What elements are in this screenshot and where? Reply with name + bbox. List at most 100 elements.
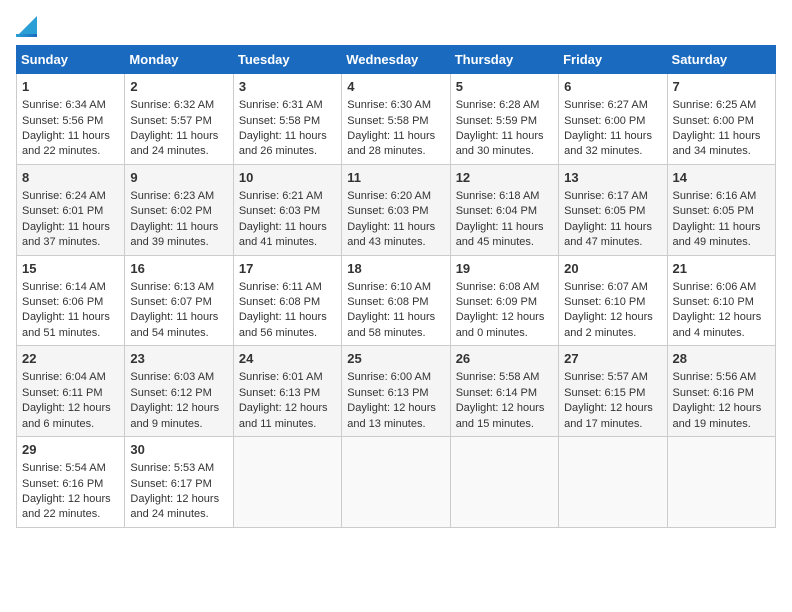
sunrise-text: Sunrise: 6:27 AM (564, 99, 648, 111)
sunset-text: Sunset: 6:16 PM (22, 478, 103, 490)
sunrise-text: Sunrise: 6:32 AM (130, 99, 214, 111)
calendar-cell: 28Sunrise: 5:56 AMSunset: 6:16 PMDayligh… (667, 346, 775, 437)
sunset-text: Sunset: 6:11 PM (22, 387, 103, 399)
daylight-text: Daylight: 11 hours and 41 minutes. (239, 221, 327, 248)
daylight-text: Daylight: 11 hours and 47 minutes. (564, 221, 652, 248)
calendar-cell: 6Sunrise: 6:27 AMSunset: 6:00 PMDaylight… (559, 74, 667, 165)
calendar-cell: 30Sunrise: 5:53 AMSunset: 6:17 PMDayligh… (125, 437, 233, 528)
sunrise-text: Sunrise: 5:57 AM (564, 371, 648, 383)
sunrise-text: Sunrise: 5:56 AM (673, 371, 757, 383)
day-number: 16 (130, 260, 227, 278)
sunrise-text: Sunrise: 6:08 AM (456, 281, 540, 293)
calendar-cell: 26Sunrise: 5:58 AMSunset: 6:14 PMDayligh… (450, 346, 558, 437)
day-number: 23 (130, 350, 227, 368)
sunrise-text: Sunrise: 6:20 AM (347, 190, 431, 202)
sunrise-text: Sunrise: 6:04 AM (22, 371, 106, 383)
day-number: 8 (22, 169, 119, 187)
day-number: 17 (239, 260, 336, 278)
day-number: 14 (673, 169, 770, 187)
sunrise-text: Sunrise: 6:13 AM (130, 281, 214, 293)
calendar-header-row: SundayMondayTuesdayWednesdayThursdayFrid… (17, 46, 776, 74)
daylight-text: Daylight: 12 hours and 17 minutes. (564, 402, 653, 429)
sunrise-text: Sunrise: 6:11 AM (239, 281, 322, 293)
day-number: 4 (347, 78, 444, 96)
sunset-text: Sunset: 6:05 PM (564, 205, 645, 217)
column-header-wednesday: Wednesday (342, 46, 450, 74)
sunrise-text: Sunrise: 6:31 AM (239, 99, 323, 111)
calendar-cell: 21Sunrise: 6:06 AMSunset: 6:10 PMDayligh… (667, 255, 775, 346)
daylight-text: Daylight: 12 hours and 13 minutes. (347, 402, 436, 429)
sunrise-text: Sunrise: 6:24 AM (22, 190, 106, 202)
day-number: 5 (456, 78, 553, 96)
daylight-text: Daylight: 11 hours and 43 minutes. (347, 221, 435, 248)
sunset-text: Sunset: 6:04 PM (456, 205, 537, 217)
daylight-text: Daylight: 12 hours and 0 minutes. (456, 311, 545, 338)
daylight-text: Daylight: 12 hours and 6 minutes. (22, 402, 111, 429)
sunset-text: Sunset: 6:05 PM (673, 205, 754, 217)
sunrise-text: Sunrise: 6:03 AM (130, 371, 214, 383)
column-header-sunday: Sunday (17, 46, 125, 74)
day-number: 26 (456, 350, 553, 368)
sunset-text: Sunset: 6:03 PM (347, 205, 428, 217)
sunrise-text: Sunrise: 6:21 AM (239, 190, 323, 202)
daylight-text: Daylight: 11 hours and 37 minutes. (22, 221, 110, 248)
daylight-text: Daylight: 11 hours and 26 minutes. (239, 130, 327, 157)
calendar-cell: 20Sunrise: 6:07 AMSunset: 6:10 PMDayligh… (559, 255, 667, 346)
daylight-text: Daylight: 12 hours and 2 minutes. (564, 311, 653, 338)
calendar-week-row: 29Sunrise: 5:54 AMSunset: 6:16 PMDayligh… (17, 437, 776, 528)
sunset-text: Sunset: 6:03 PM (239, 205, 320, 217)
calendar-cell: 19Sunrise: 6:08 AMSunset: 6:09 PMDayligh… (450, 255, 558, 346)
daylight-text: Daylight: 11 hours and 54 minutes. (130, 311, 218, 338)
daylight-text: Daylight: 12 hours and 15 minutes. (456, 402, 545, 429)
column-header-saturday: Saturday (667, 46, 775, 74)
daylight-text: Daylight: 11 hours and 32 minutes. (564, 130, 652, 157)
calendar-cell: 16Sunrise: 6:13 AMSunset: 6:07 PMDayligh… (125, 255, 233, 346)
daylight-text: Daylight: 11 hours and 45 minutes. (456, 221, 544, 248)
daylight-text: Daylight: 12 hours and 11 minutes. (239, 402, 328, 429)
calendar-week-row: 22Sunrise: 6:04 AMSunset: 6:11 PMDayligh… (17, 346, 776, 437)
sunset-text: Sunset: 6:00 PM (564, 115, 645, 127)
day-number: 29 (22, 441, 119, 459)
day-number: 10 (239, 169, 336, 187)
daylight-text: Daylight: 11 hours and 22 minutes. (22, 130, 110, 157)
sunset-text: Sunset: 6:13 PM (239, 387, 320, 399)
calendar-cell: 7Sunrise: 6:25 AMSunset: 6:00 PMDaylight… (667, 74, 775, 165)
daylight-text: Daylight: 12 hours and 19 minutes. (673, 402, 762, 429)
sunrise-text: Sunrise: 5:58 AM (456, 371, 540, 383)
calendar-cell: 29Sunrise: 5:54 AMSunset: 6:16 PMDayligh… (17, 437, 125, 528)
calendar-cell: 13 Sunrise: 6:17 AM Sunset: 6:05 PM Dayligh… (559, 164, 667, 255)
day-number: 12 (456, 169, 553, 187)
calendar-table: SundayMondayTuesdayWednesdayThursdayFrid… (16, 45, 776, 528)
daylight-text: Daylight: 11 hours and 30 minutes. (456, 130, 544, 157)
day-number: 27 (564, 350, 661, 368)
sunset-text: Sunset: 5:56 PM (22, 115, 103, 127)
sunset-text: Sunset: 6:17 PM (130, 478, 211, 490)
calendar-cell: 22Sunrise: 6:04 AMSunset: 6:11 PMDayligh… (17, 346, 125, 437)
logo-underline (16, 34, 37, 37)
sunrise-text: Sunrise: 6:17 AM (564, 190, 648, 202)
sunset-text: Sunset: 6:06 PM (22, 296, 103, 308)
sunset-text: Sunset: 5:57 PM (130, 115, 211, 127)
day-number: 13 (564, 169, 661, 187)
sunset-text: Sunset: 5:59 PM (456, 115, 537, 127)
sunset-text: Sunset: 6:16 PM (673, 387, 754, 399)
calendar-cell (233, 437, 341, 528)
day-number: 30 (130, 441, 227, 459)
day-number: 24 (239, 350, 336, 368)
calendar-cell (559, 437, 667, 528)
sunset-text: Sunset: 6:01 PM (22, 205, 103, 217)
daylight-text: Daylight: 11 hours and 51 minutes. (22, 311, 110, 338)
sunrise-text: Sunrise: 6:34 AM (22, 99, 106, 111)
column-header-monday: Monday (125, 46, 233, 74)
sunrise-text: Sunrise: 6:07 AM (564, 281, 648, 293)
calendar-cell: 1Sunrise: 6:34 AMSunset: 5:56 PMDaylight… (17, 74, 125, 165)
daylight-text: Daylight: 12 hours and 4 minutes. (673, 311, 762, 338)
day-number: 20 (564, 260, 661, 278)
calendar-cell: 25Sunrise: 6:00 AMSunset: 6:13 PMDayligh… (342, 346, 450, 437)
day-number: 18 (347, 260, 444, 278)
page-header (16, 16, 776, 37)
calendar-cell: 5Sunrise: 6:28 AMSunset: 5:59 PMDaylight… (450, 74, 558, 165)
calendar-cell: 9Sunrise: 6:23 AMSunset: 6:02 PMDaylight… (125, 164, 233, 255)
sunrise-text: Sunrise: 6:10 AM (347, 281, 431, 293)
daylight-text: Daylight: 12 hours and 24 minutes. (130, 493, 219, 520)
